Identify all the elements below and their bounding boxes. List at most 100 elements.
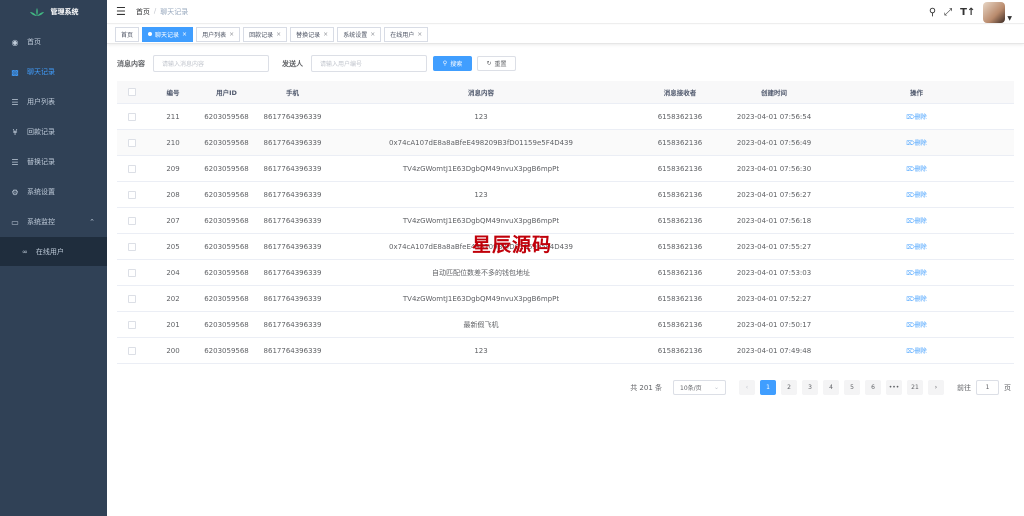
table-row[interactable]: 209 6203059568 8617764396339 TV4zGWomtJ1E63… <box>117 156 1014 182</box>
tag-label: 回款记录 <box>249 31 274 39</box>
close-icon[interactable]: × <box>276 31 281 38</box>
sidebar-item-label: 替换记录 <box>27 158 55 166</box>
content-label: 消息内容 <box>117 59 145 68</box>
close-icon[interactable]: × <box>182 31 187 38</box>
sidebar-item-replace-records[interactable]: ☰ 替换记录 <box>0 147 107 177</box>
page-button[interactable]: 2 <box>781 380 797 395</box>
cell-message: 123 <box>474 112 488 121</box>
row-checkbox[interactable] <box>128 268 136 277</box>
page-button[interactable]: 21 <box>907 380 923 395</box>
tag-payment-records[interactable]: 回款记录 × <box>243 26 288 42</box>
list-icon: ☰ <box>11 97 19 107</box>
delete-button[interactable]: ⌦删除 <box>906 322 927 329</box>
row-checkbox[interactable] <box>128 242 136 251</box>
table-row[interactable]: 207 6203059568 8617764396339 TV4zGWomtJ1E63… <box>117 208 1014 234</box>
watermark: 星辰源码 <box>472 234 553 256</box>
delete-button[interactable]: ⌦删除 <box>906 348 927 355</box>
sidebar-item-home[interactable]: ◉ 首页 <box>0 27 107 57</box>
table-row[interactable]: 201 6203059568 8617764396339 最新假飞机 615836213… <box>117 312 1014 338</box>
page-button[interactable]: 5 <box>844 380 860 395</box>
sidebar-item-payment-records[interactable]: ¥ 回款记录 <box>0 117 107 147</box>
cell-id: 205 <box>166 242 180 251</box>
dashboard-icon: ◉ <box>11 37 19 47</box>
right-menu: ⚲ ⤢ T↑ ▼ <box>929 0 1012 24</box>
close-icon[interactable]: × <box>417 31 422 38</box>
sidebar-item-label: 在线用户 <box>35 247 64 256</box>
breadcrumb-home[interactable]: 首页 <box>136 7 150 17</box>
page-button[interactable]: 4 <box>823 380 839 395</box>
row-checkbox[interactable] <box>128 138 136 147</box>
app-title: 管理系统 <box>50 8 79 16</box>
message-icon: ▩ <box>11 67 19 77</box>
table-row[interactable]: 200 6203059568 8617764396339 123 6158362136 2… <box>117 338 1014 364</box>
tag-label: 用户列表 <box>202 31 227 39</box>
reset-button[interactable]: ↻ 重置 <box>477 56 516 71</box>
caret-down-icon[interactable]: ▼ <box>1007 15 1012 22</box>
close-icon[interactable]: × <box>323 31 328 38</box>
table-row[interactable]: 202 6203059568 8617764396339 TV4zGWomtJ1E63… <box>117 286 1014 312</box>
row-checkbox[interactable] <box>128 294 136 303</box>
cell-created: 2023-04-01 07:56:49 <box>736 138 812 147</box>
tag-user-list[interactable]: 用户列表 × <box>196 26 241 42</box>
cell-phone: 8617764396339 <box>263 346 322 355</box>
fullscreen-icon[interactable]: ⤢ <box>944 7 952 18</box>
avatar[interactable] <box>983 1 1006 23</box>
content-search-input[interactable]: 请输入消息内容 <box>153 55 269 72</box>
table-row[interactable]: 208 6203059568 8617764396339 123 6158362136 2… <box>117 182 1014 208</box>
row-checkbox[interactable] <box>128 216 136 225</box>
sidebar-logo[interactable]: 管理系统 <box>0 0 107 24</box>
tag-home[interactable]: 首页 <box>115 26 140 42</box>
close-icon[interactable]: × <box>370 31 375 38</box>
trash-icon: ⌦ <box>906 114 915 121</box>
sidebar-item-settings[interactable]: ⚙ 系统设置 <box>0 177 107 207</box>
hamburger-icon[interactable]: ☰ <box>116 5 126 18</box>
delete-button[interactable]: ⌦删除 <box>906 166 927 173</box>
tag-settings[interactable]: 系统设置 × <box>337 26 382 42</box>
more-pages-button[interactable]: ••• <box>886 380 902 395</box>
sidebar-item-monitor[interactable]: ▭ 系统监控 ⌃ <box>0 207 107 237</box>
search-button[interactable]: ⚲ 搜索 <box>433 56 472 71</box>
search-icon[interactable]: ⚲ <box>929 7 936 18</box>
goto-page-input[interactable]: 1 <box>976 380 999 395</box>
delete-button[interactable]: ⌦删除 <box>906 114 927 121</box>
sender-label: 发送人 <box>282 59 303 68</box>
cell-user-id: 6203059568 <box>204 346 249 355</box>
tag-online-users[interactable]: 在线用户 × <box>384 26 429 42</box>
row-checkbox[interactable] <box>128 320 136 329</box>
cell-created: 2023-04-01 07:56:18 <box>736 216 812 225</box>
delete-button[interactable]: ⌦删除 <box>906 140 927 147</box>
page-button[interactable]: 1 <box>760 380 776 395</box>
sender-search-input[interactable]: 请输入用户编号 <box>311 55 427 72</box>
goto-prefix: 前往 <box>957 383 971 392</box>
page-button[interactable]: 3 <box>802 380 818 395</box>
close-icon[interactable]: × <box>229 31 234 38</box>
delete-button[interactable]: ⌦删除 <box>906 192 927 199</box>
page-size-select[interactable]: 10条/页 ⌄ <box>673 380 726 395</box>
tag-replace-records[interactable]: 替换记录 × <box>290 26 335 42</box>
row-checkbox[interactable] <box>128 164 136 173</box>
table-row[interactable]: 210 6203059568 8617764396339 0x74cA107dE8a8… <box>117 130 1014 156</box>
prev-page-button[interactable]: ‹ <box>739 380 755 395</box>
sidebar-item-user-list[interactable]: ☰ 用户列表 <box>0 87 107 117</box>
select-all-checkbox[interactable] <box>128 88 136 96</box>
row-checkbox[interactable] <box>128 112 136 121</box>
tag-label: 聊天记录 <box>155 31 180 39</box>
row-checkbox[interactable] <box>128 346 136 355</box>
sidebar-item-online-users[interactable]: ∞ 在线用户 <box>0 237 107 266</box>
col-header-receiver: 消息接收者 <box>663 89 697 97</box>
sidebar-item-chat-records[interactable]: ▩ 聊天记录 <box>0 57 107 87</box>
row-checkbox[interactable] <box>128 190 136 199</box>
tag-chat-records[interactable]: 聊天记录 × <box>142 26 194 42</box>
table-row[interactable]: 204 6203059568 8617764396339 自动匹配位数差不多的钱包地址… <box>117 260 1014 286</box>
delete-button[interactable]: ⌦删除 <box>906 296 927 303</box>
font-size-icon[interactable]: T↑ <box>960 7 975 18</box>
table-row[interactable]: 205 6203059568 8617764396339 0x74cA107dE8a8… <box>117 234 1014 260</box>
delete-button[interactable]: ⌦删除 <box>906 218 927 225</box>
search-form: 消息内容 请输入消息内容 发送人 请输入用户编号 ⚲ 搜索 ↻ 重置 <box>117 55 516 72</box>
table-row[interactable]: 211 6203059568 8617764396339 123 6158362136 2… <box>117 104 1014 130</box>
delete-button[interactable]: ⌦删除 <box>906 244 927 251</box>
delete-button[interactable]: ⌦删除 <box>906 270 927 277</box>
next-page-button[interactable]: › <box>928 380 944 395</box>
col-header-message: 消息内容 <box>468 89 494 97</box>
page-button[interactable]: 6 <box>865 380 881 395</box>
